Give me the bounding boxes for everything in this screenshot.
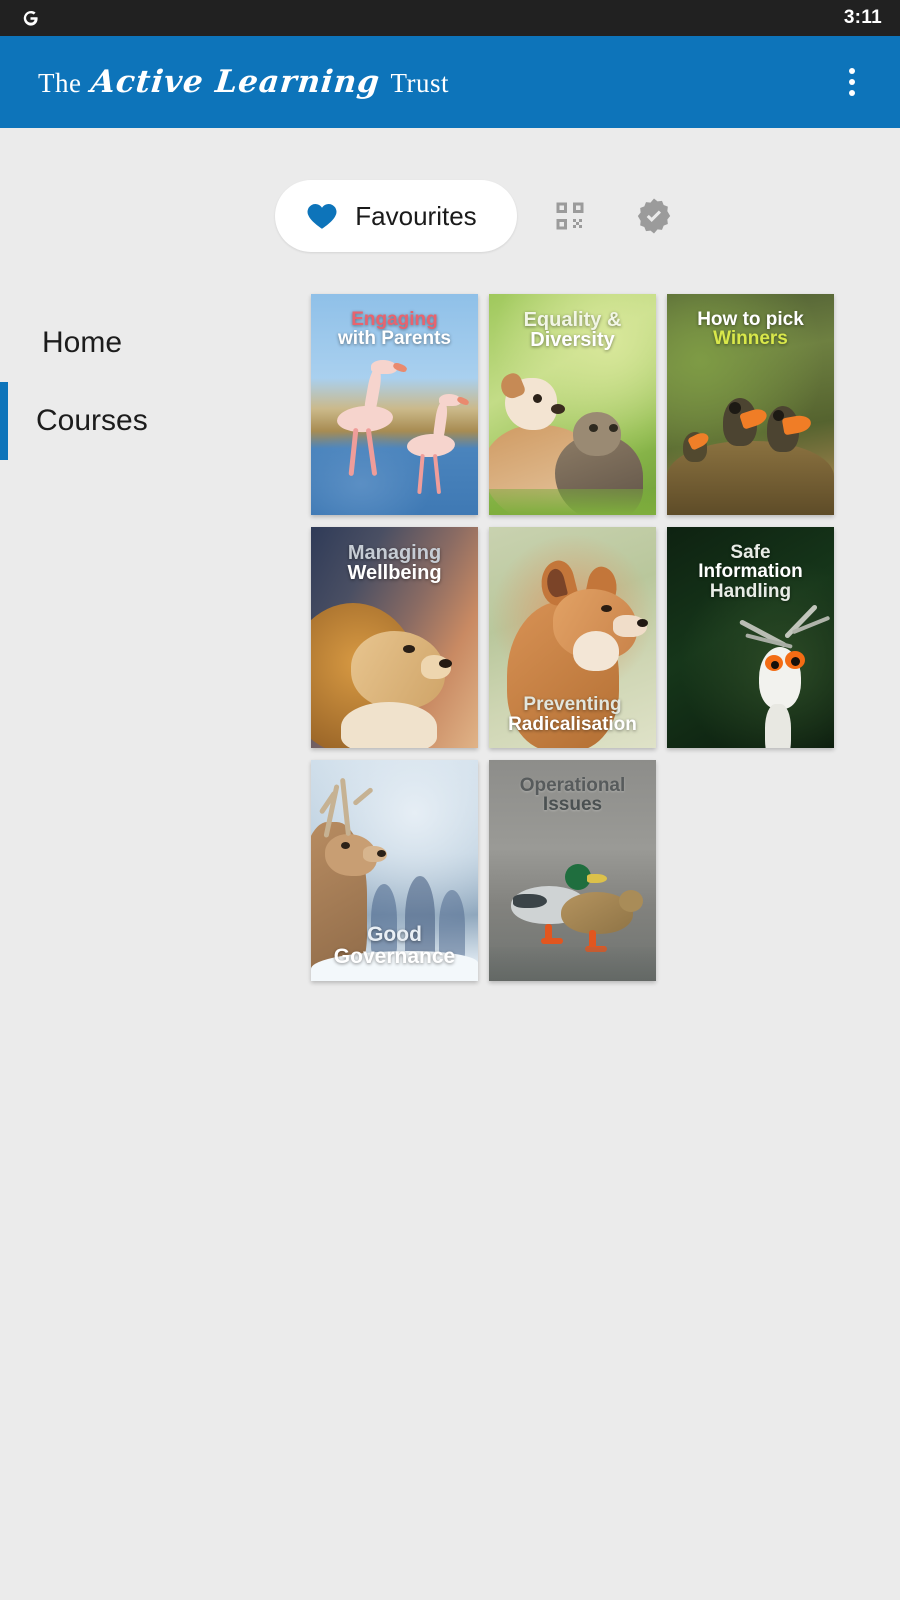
course-title: Preventing Radicalisation <box>489 695 656 734</box>
course-card[interactable]: Engaging with Parents <box>311 294 478 515</box>
course-title-line: Governance <box>333 944 456 968</box>
status-bar: 3:11 <box>0 0 900 36</box>
sidebar-item-courses[interactable]: Courses <box>0 382 311 460</box>
sidebar-item-label: Home <box>42 326 123 359</box>
course-title: How to pick Winners <box>667 310 834 349</box>
course-title: Equality & Diversity <box>489 310 656 351</box>
course-title-line: with Parents <box>338 328 451 350</box>
heart-icon <box>307 204 337 229</box>
course-card[interactable]: Managing Wellbeing <box>311 527 478 748</box>
course-title-line: How to pick <box>697 309 804 330</box>
verified-badge-icon <box>637 198 670 234</box>
course-card[interactable]: Operational Issues <box>489 760 656 981</box>
course-grid: Engaging with Parents Equality & Diversi… <box>311 294 834 981</box>
course-title-line: Equality & <box>523 309 622 331</box>
course-title-line: Preventing <box>523 694 622 716</box>
brand-prefix: The <box>38 68 82 98</box>
app-bar: The Active Learning Trust <box>0 36 900 128</box>
brand-suffix: Trust <box>390 68 450 98</box>
tab-strip: Favourites <box>0 128 900 252</box>
course-card[interactable]: Good Governance <box>311 760 478 981</box>
course-title-line: Information <box>698 561 803 583</box>
course-title-line: Good <box>367 923 422 947</box>
sidebar-nav: Home Courses <box>0 294 311 460</box>
menu-dot <box>849 90 855 96</box>
course-title-line: Handling <box>709 580 792 602</box>
course-title: Engaging with Parents <box>311 310 478 349</box>
tab-favourites-label: Favourites <box>355 200 477 231</box>
course-title: Safe Information Handling <box>667 542 834 602</box>
course-title: Operational Issues <box>489 776 656 815</box>
course-title-line: Operational <box>519 775 626 796</box>
course-title-line: Radicalisation <box>508 713 637 735</box>
course-card[interactable]: Preventing Radicalisation <box>489 527 656 748</box>
tab-qr[interactable] <box>539 185 601 247</box>
course-title-line: Issues <box>542 794 603 816</box>
course-title-line: Engaging <box>351 309 438 330</box>
course-title-line: Managing <box>347 542 442 564</box>
status-bar-clock: 3:11 <box>843 7 882 28</box>
qr-code-icon <box>556 202 584 230</box>
more-vert-icon[interactable] <box>830 54 874 110</box>
google-g-icon <box>23 11 38 26</box>
course-title: Good Governance <box>311 924 478 967</box>
course-title-line: Diversity <box>530 329 615 352</box>
course-title-line: Wellbeing <box>347 562 442 585</box>
course-card[interactable]: How to pick Winners <box>667 294 834 515</box>
course-card[interactable]: Safe Information Handling <box>667 527 834 748</box>
status-bar-left <box>18 6 42 30</box>
app-title: The Active Learning Trust <box>38 64 449 100</box>
course-card[interactable]: Equality & Diversity <box>489 294 656 515</box>
menu-dot <box>849 79 855 85</box>
tab-certified[interactable] <box>623 185 685 247</box>
sidebar-item-label: Courses <box>36 404 148 437</box>
brand-script: Active Learning <box>89 64 383 100</box>
menu-dot <box>849 68 855 74</box>
sidebar-item-home[interactable]: Home <box>0 304 311 382</box>
course-title-line: Winners <box>713 328 788 350</box>
course-title-line: Safe <box>730 542 771 563</box>
course-title: Managing Wellbeing <box>311 543 478 584</box>
tab-favourites[interactable]: Favourites <box>275 180 517 252</box>
content-area: Home Courses Engaging with Parents Equal… <box>0 252 900 981</box>
